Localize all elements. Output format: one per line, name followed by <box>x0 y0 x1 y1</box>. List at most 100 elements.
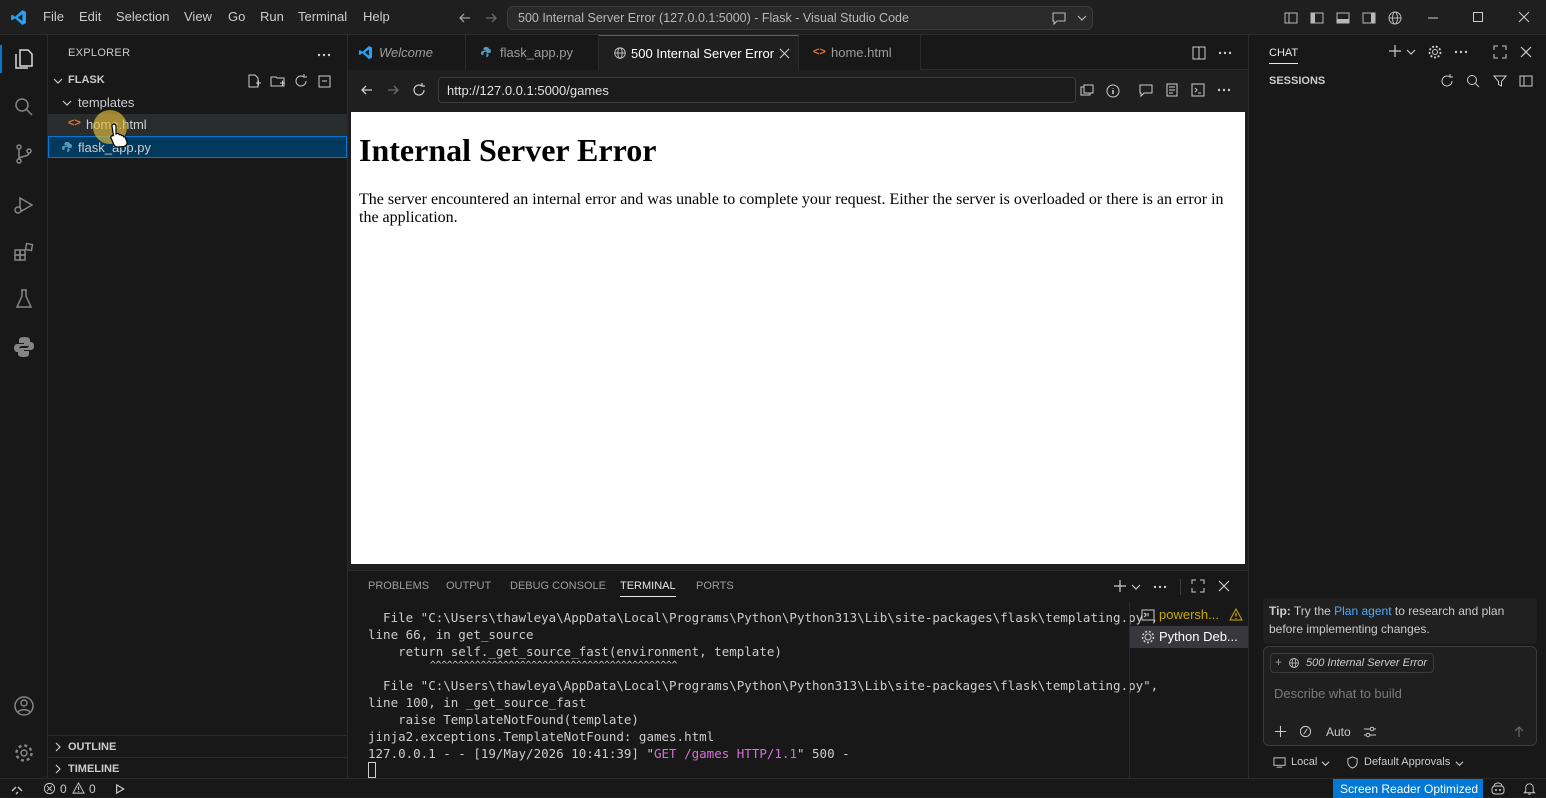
testing-flask-icon[interactable] <box>12 287 36 311</box>
more-actions-icon[interactable] <box>316 47 332 63</box>
chat-bubble-icon[interactable] <box>1051 10 1067 26</box>
collapse-all-icon[interactable] <box>317 73 333 89</box>
menu-run[interactable]: Run <box>260 9 284 24</box>
refresh-icon[interactable] <box>1439 73 1455 89</box>
tab-flask-app-py[interactable]: flask_app.py <box>466 35 599 70</box>
chevron-down-icon[interactable] <box>1455 759 1464 768</box>
menu-file[interactable]: File <box>43 9 64 24</box>
bell-icon[interactable] <box>1522 781 1537 796</box>
tab-terminal[interactable]: TERMINAL <box>620 580 676 597</box>
menu-edit[interactable]: Edit <box>79 9 101 24</box>
manage-gear-icon[interactable] <box>12 741 36 765</box>
chevron-down-icon[interactable] <box>1321 759 1330 768</box>
close-tab-icon[interactable] <box>779 48 790 59</box>
new-folder-icon[interactable] <box>270 73 286 89</box>
add-to-chat-icon[interactable] <box>1138 82 1154 98</box>
menu-go[interactable]: Go <box>228 9 245 24</box>
close-chat-icon[interactable] <box>1520 46 1532 58</box>
toggle-primary-sidebar-icon[interactable] <box>1309 10 1325 26</box>
more-actions-icon[interactable] <box>1216 82 1232 98</box>
screen-reader-status[interactable]: Screen Reader Optimized <box>1333 779 1483 798</box>
file-flask-app-py[interactable]: flask_app.py <box>48 136 347 158</box>
terminal-item-python-debug[interactable]: Python Deb... <box>1130 626 1249 648</box>
extensions-icon[interactable] <box>12 240 36 264</box>
maximize-panel-icon[interactable] <box>1191 579 1205 593</box>
open-in-browser-icon[interactable] <box>1079 83 1095 99</box>
command-center[interactable]: 500 Internal Server Error (127.0.0.1:500… <box>507 6 1093 30</box>
chevron-down-icon[interactable] <box>1406 47 1416 57</box>
context-chip[interactable]: + 500 Internal Server Error <box>1270 653 1434 673</box>
globe-icon[interactable] <box>1387 10 1403 26</box>
minimize-icon[interactable] <box>1427 12 1439 24</box>
run-debug-icon[interactable] <box>12 193 36 217</box>
tab-output[interactable]: OUTPUT <box>446 580 491 592</box>
site-info-icon[interactable] <box>1105 83 1121 99</box>
new-chat-icon[interactable] <box>1388 44 1402 58</box>
location-picker[interactable]: Local <box>1291 756 1317 768</box>
split-editor-icon[interactable] <box>1191 45 1207 61</box>
tools-icon[interactable] <box>1299 725 1312 738</box>
error-icon[interactable] <box>43 782 56 795</box>
tab-ports[interactable]: PORTS <box>696 580 734 592</box>
accounts-icon[interactable] <box>12 694 36 718</box>
forward-arrow-icon[interactable] <box>483 10 499 26</box>
copilot-icon[interactable] <box>1490 781 1506 797</box>
send-arrow-icon[interactable] <box>1512 725 1526 739</box>
folder-root-flask[interactable]: FLASK <box>48 70 347 92</box>
more-actions-icon[interactable] <box>1453 44 1469 60</box>
filter-icon[interactable] <box>1492 73 1508 89</box>
forward-arrow-icon[interactable] <box>385 82 401 98</box>
back-arrow-icon[interactable] <box>359 82 375 98</box>
new-file-icon[interactable] <box>246 73 262 89</box>
devtools-icon[interactable] <box>1190 82 1206 98</box>
tab-problems[interactable]: PROBLEMS <box>368 580 429 592</box>
tab-500-internal-server-error[interactable]: 500 Internal Server Error <box>599 35 799 71</box>
tab-debug-console[interactable]: DEBUG CONSOLE <box>510 580 606 592</box>
new-terminal-icon[interactable] <box>1113 579 1127 593</box>
timeline-section[interactable]: TIMELINE <box>48 757 347 779</box>
maximize-icon[interactable] <box>1472 11 1484 23</box>
folder-templates[interactable]: templates <box>48 92 347 114</box>
chevron-down-icon[interactable] <box>1131 582 1141 592</box>
search-icon[interactable] <box>12 95 36 119</box>
settings-gear-icon[interactable] <box>1427 44 1443 60</box>
page-icon[interactable] <box>1164 82 1180 98</box>
search-icon[interactable] <box>1465 73 1481 89</box>
remote-icon[interactable] <box>10 782 24 796</box>
source-control-icon[interactable] <box>12 142 36 166</box>
options-sliders-icon[interactable] <box>1363 725 1377 739</box>
chat-input-placeholder[interactable]: Describe what to build <box>1274 686 1402 701</box>
reload-icon[interactable] <box>411 82 427 98</box>
explorer-files-icon[interactable] <box>12 47 36 71</box>
tab-welcome[interactable]: Welcome <box>348 35 466 70</box>
tab-home-html[interactable]: <> home.html <box>799 35 921 70</box>
chat-title[interactable]: CHAT <box>1269 47 1299 64</box>
back-arrow-icon[interactable] <box>457 10 473 26</box>
refresh-icon[interactable] <box>293 73 309 89</box>
more-actions-icon[interactable] <box>1217 45 1233 61</box>
close-panel-icon[interactable] <box>1218 580 1230 592</box>
plan-agent-link[interactable]: Plan agent <box>1334 604 1391 618</box>
terminal-item-powershell[interactable]: powersh... <box>1130 604 1249 626</box>
chevron-down-icon[interactable] <box>1076 12 1088 24</box>
toggle-secondary-sidebar-icon[interactable] <box>1361 10 1377 26</box>
menu-selection[interactable]: Selection <box>116 9 169 24</box>
mode-picker[interactable]: Auto <box>1326 725 1351 739</box>
approvals-picker[interactable]: Default Approvals <box>1364 756 1450 768</box>
debug-icon[interactable] <box>112 782 126 796</box>
menu-help[interactable]: Help <box>363 9 390 24</box>
warning-icon[interactable] <box>72 782 85 795</box>
error-count[interactable]: 0 <box>60 782 67 796</box>
more-actions-icon[interactable] <box>1152 579 1168 595</box>
warning-count[interactable]: 0 <box>89 782 96 796</box>
toggle-sidebar-icon[interactable] <box>1518 73 1534 89</box>
outline-section[interactable]: OUTLINE <box>48 735 347 757</box>
maximize-icon[interactable] <box>1493 45 1507 59</box>
toggle-panel-icon[interactable] <box>1335 10 1351 26</box>
add-context-icon[interactable] <box>1274 725 1287 738</box>
close-window-icon[interactable] <box>1518 11 1530 23</box>
customize-layout-icon[interactable] <box>1283 10 1299 26</box>
url-input[interactable]: http://127.0.0.1:5000/games <box>438 77 1120 103</box>
menu-terminal[interactable]: Terminal <box>298 9 347 24</box>
menu-view[interactable]: View <box>184 9 212 24</box>
